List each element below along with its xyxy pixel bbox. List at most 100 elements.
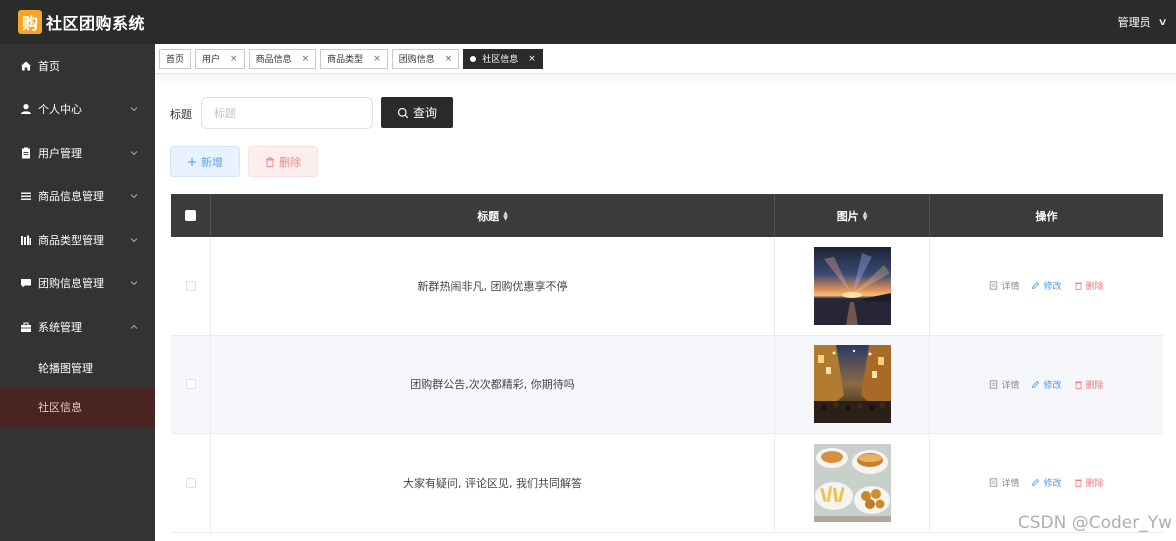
home-icon	[20, 60, 32, 72]
trash-icon	[1074, 381, 1082, 389]
document-icon	[990, 281, 998, 290]
select-all-checkbox[interactable]	[185, 210, 196, 221]
active-dot-icon	[470, 55, 477, 62]
tab-users[interactable]: 用户 ×	[195, 48, 245, 69]
trash-icon	[266, 156, 274, 167]
delete-button[interactable]: 删除	[1074, 476, 1104, 489]
chevron-down-icon	[130, 194, 138, 199]
chat-icon	[20, 277, 32, 289]
edit-label: 修改	[1043, 479, 1062, 490]
query-button-label: 查询	[412, 106, 437, 120]
table-row: 新群热闹非凡, 团购优惠享不停 详情 修改 删除	[171, 237, 1163, 336]
tab-groupbuy-info[interactable]: 团购信息 ×	[391, 48, 460, 69]
row-title: 大家有疑问, 评论区见, 我们共同解答	[211, 434, 775, 532]
row-check-cell	[171, 335, 211, 433]
chevron-down-icon	[130, 107, 138, 112]
close-icon[interactable]: ×	[445, 54, 453, 64]
sidebar-subitem-carousel[interactable]: 轮播图管理	[0, 349, 155, 388]
tab-community-info[interactable]: 社区信息 ×	[463, 48, 543, 69]
sidebar-item-product-info[interactable]: 商品信息管理	[0, 175, 155, 219]
sidebar-item-profile[interactable]: 个人中心	[0, 88, 155, 132]
close-icon[interactable]: ×	[230, 54, 238, 64]
add-button-label: 新增	[201, 155, 223, 169]
add-button[interactable]: 新增	[170, 146, 240, 177]
plus-icon	[188, 157, 196, 166]
sidebar-item-label: 商品信息管理	[38, 190, 104, 204]
detail-label: 详情	[1001, 282, 1020, 293]
briefcase-icon	[20, 321, 32, 333]
delete-button[interactable]: 删除	[1074, 378, 1104, 391]
delete-label: 删除	[1085, 479, 1104, 490]
detail-button[interactable]: 详情	[989, 279, 1019, 292]
edit-button[interactable]: 修改	[1031, 476, 1062, 490]
street-night-image	[813, 345, 891, 424]
top-bar: 购 社区团购系统 管理员 ∨	[0, 0, 1176, 44]
close-icon[interactable]: ×	[373, 54, 381, 64]
row-title: 新群热闹非凡, 团购优惠享不停	[211, 237, 775, 335]
sort-icon[interactable]: ▲ ▼	[503, 210, 508, 221]
sidebar-subitem-community[interactable]: 社区信息	[0, 387, 155, 427]
detail-button[interactable]: 详情	[989, 378, 1019, 391]
sidebar-item-label: 个人中心	[38, 103, 82, 117]
row-checkbox[interactable]	[185, 379, 196, 390]
row-image-cell	[775, 237, 930, 335]
edit-button[interactable]: 修改	[1031, 378, 1062, 391]
sort-icon[interactable]: ▲ ▼	[863, 210, 868, 221]
table-header: 标题 ▲ ▼ 图片 ▲ ▼ 操作	[171, 194, 1163, 237]
chevron-up-icon	[130, 324, 138, 329]
close-icon[interactable]: ×	[528, 54, 536, 64]
table-row: 团购群公告,次次都精彩, 你期待吗 详情 修改 删除	[171, 335, 1163, 434]
row-check-cell	[171, 237, 211, 335]
close-icon[interactable]: ×	[302, 54, 310, 64]
detail-button[interactable]: 详情	[989, 476, 1019, 489]
column-header-title[interactable]: 标题 ▲ ▼	[211, 194, 775, 237]
delete-label: 删除	[1085, 282, 1104, 293]
sidebar-item-product-type[interactable]: 商品类型管理	[0, 218, 155, 262]
edit-label: 修改	[1043, 282, 1062, 293]
user-menu[interactable]: 管理员 ∨	[1117, 0, 1168, 44]
row-image-cell	[775, 335, 930, 433]
pencil-icon	[1032, 479, 1040, 487]
pencil-icon	[1032, 380, 1040, 388]
query-button[interactable]: 查询	[381, 97, 453, 128]
sidebar-item-label: 商品类型管理	[38, 233, 104, 247]
column-title-label: 标题	[477, 209, 500, 223]
tab-label: 社区信息	[482, 55, 519, 65]
trash-icon	[1074, 479, 1082, 488]
chevron-down-icon	[130, 150, 138, 155]
sidebar-item-users[interactable]: 用户管理	[0, 131, 155, 175]
content-panel: 标题 查询 新增 删除 标题 ▲▼ 图片	[155, 81, 1176, 541]
column-header-image[interactable]: 图片 ▲ ▼	[775, 194, 930, 237]
tab-home[interactable]: 首页	[159, 48, 192, 69]
detail-label: 详情	[1001, 479, 1020, 490]
tab-label: 商品类型	[327, 55, 364, 65]
table-row: 大家有疑问, 评论区见, 我们共同解答 详情 修改 删除	[171, 434, 1163, 533]
sidebar-item-home[interactable]: 首页	[0, 44, 155, 88]
sidebar-item-label: 系统管理	[38, 320, 82, 334]
search-input[interactable]	[201, 97, 373, 129]
library-icon	[20, 234, 32, 246]
list-icon	[20, 190, 32, 202]
column-ops-label: 操作	[1035, 209, 1058, 223]
tab-product-info[interactable]: 商品信息 ×	[248, 48, 317, 69]
tabs-bar: 首页 用户 × 商品信息 × 商品类型 × 团购信息 × 社区信息 ×	[155, 44, 1176, 74]
row-checkbox[interactable]	[185, 477, 196, 488]
tab-product-type[interactable]: 商品类型 ×	[320, 48, 388, 69]
sunset-image	[813, 246, 891, 325]
search-label: 标题	[170, 108, 192, 121]
community-table: 标题 ▲ ▼ 图片 ▲ ▼ 操作 新群热闹非凡, 团购优惠享不停 详情 修改 删…	[171, 194, 1163, 533]
sidebar-item-system[interactable]: 系统管理	[0, 305, 155, 349]
column-image-label: 图片	[836, 209, 859, 223]
user-name: 管理员	[1117, 16, 1151, 29]
pencil-icon	[1032, 282, 1040, 290]
delete-button[interactable]: 删除	[1074, 279, 1104, 292]
batch-delete-button[interactable]: 删除	[248, 146, 318, 177]
edit-button[interactable]: 修改	[1031, 279, 1062, 293]
food-image	[813, 443, 891, 522]
sidebar-item-label: 用户管理	[38, 146, 82, 160]
tab-label: 用户	[202, 55, 221, 65]
row-check-cell	[171, 434, 211, 532]
sidebar-item-groupbuy[interactable]: 团购信息管理	[0, 262, 155, 306]
batch-delete-button-label: 删除	[279, 155, 301, 169]
row-checkbox[interactable]	[185, 280, 196, 291]
